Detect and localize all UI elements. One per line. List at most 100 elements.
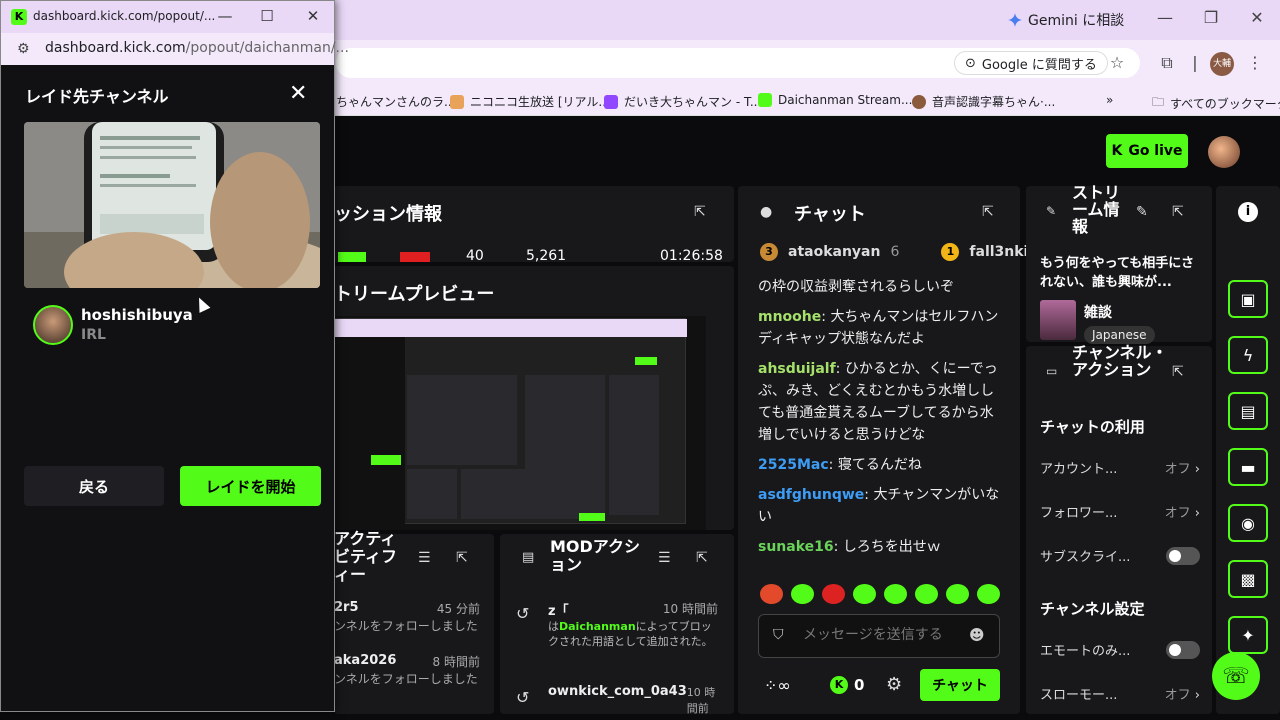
raid-target-thumbnail xyxy=(24,122,320,288)
popout-window-title: dashboard.kick.com/popout/... xyxy=(33,9,216,23)
top-chatters: 3 ataokanyan 6 1 fall3nkid xyxy=(760,243,1038,261)
emote-icon[interactable] xyxy=(853,584,876,604)
minimize-icon[interactable]: — xyxy=(213,7,237,25)
filter-icon[interactable]: ☰ xyxy=(658,550,671,566)
emote-icon[interactable] xyxy=(760,584,783,604)
close-icon[interactable]: ✕ xyxy=(289,81,307,106)
category-name: 雑談 xyxy=(1084,305,1112,321)
shield-icon: ▤ xyxy=(522,550,535,565)
more-menu-icon[interactable]: ⋮ xyxy=(1244,52,1266,74)
chat-icon[interactable]: ▬ xyxy=(1228,448,1268,486)
undo-icon[interactable]: ↺ xyxy=(516,604,529,623)
person-icon xyxy=(912,94,926,109)
close-window-icon[interactable]: ✕ xyxy=(1242,8,1272,27)
popout-icon[interactable]: ⇱ xyxy=(696,550,708,566)
clip-icon[interactable]: ▣ xyxy=(1228,280,1268,318)
chat-message: の枠の収益剥奪されるらしいぞ xyxy=(758,279,954,295)
minimize-icon[interactable]: — xyxy=(1150,8,1180,27)
popout-icon[interactable]: ⇱ xyxy=(694,204,706,220)
popout-icon[interactable]: ⇱ xyxy=(982,204,994,220)
info-icon[interactable]: i xyxy=(1238,202,1258,222)
thumbnail-image xyxy=(24,122,320,288)
shield-icon: ⛉ xyxy=(773,627,784,643)
chat-send-button[interactable]: チャット xyxy=(920,669,1000,701)
gemini-button[interactable]: Gemini に相談 xyxy=(1008,10,1124,30)
lightning-icon[interactable]: ϟ xyxy=(1228,336,1268,374)
raid-popout-window: K dashboard.kick.com/popout/... — ☐ ✕ ⚙ … xyxy=(0,0,349,712)
account-age-setting[interactable]: アカウント... オフ › xyxy=(1040,458,1200,477)
stat-viewers: 40 xyxy=(466,248,484,264)
stat-followers: 5,261 xyxy=(526,248,567,264)
emoji-icon[interactable]: ☻ xyxy=(969,626,985,644)
stream-preview-title: トリームプレビュー xyxy=(334,284,495,305)
emote-bar xyxy=(760,584,1000,604)
lens-icon: ⊙ xyxy=(965,55,976,71)
subscriber-only-setting: サブスクライ... xyxy=(1040,546,1200,565)
broadcast-icon[interactable]: ◉ xyxy=(1228,504,1268,542)
site-settings-icon[interactable]: ⚙ xyxy=(17,41,30,57)
undo-icon[interactable]: ↺ xyxy=(516,688,529,707)
bookmark-item[interactable]: 音声認識字幕ちゃん·... xyxy=(912,93,1055,110)
chevron-right-icon: › xyxy=(1194,688,1200,703)
rank-badge: 3 xyxy=(760,243,778,261)
emote-icon[interactable] xyxy=(946,584,969,604)
channel-settings-heading: チャンネル設定 xyxy=(1040,600,1145,618)
follower-only-setting[interactable]: フォロワー... オフ › xyxy=(1040,502,1200,521)
language-tag: Japanese xyxy=(1084,326,1155,344)
popout-icon[interactable]: ⇱ xyxy=(1172,364,1184,380)
channel-actions-title: チャンネル・アクション xyxy=(1072,343,1168,379)
user-avatar[interactable] xyxy=(1208,136,1240,168)
bookmark-item[interactable]: Daichanman Stream... xyxy=(758,93,912,107)
gear-icon[interactable]: ⚙ xyxy=(886,674,902,695)
connections-icon[interactable]: ⁘∞ xyxy=(764,676,791,695)
raid-target-name[interactable]: hoshishibuya xyxy=(81,306,193,324)
activity-item: aka2026 8 時間前 ンネルをフォローしました xyxy=(334,653,480,686)
emote-icon[interactable] xyxy=(822,584,845,604)
bookmark-item[interactable]: ちゃんマンさんのラ... xyxy=(336,93,455,110)
activity-feed-title: アクティビティフィー xyxy=(334,529,398,584)
subscriber-toggle[interactable] xyxy=(1166,546,1200,565)
go-live-button[interactable]: K Go live xyxy=(1106,134,1188,168)
bookmarks-overflow[interactable]: » xyxy=(1106,93,1113,107)
emote-only-toggle[interactable] xyxy=(1166,640,1200,659)
popout-icon[interactable]: ⇱ xyxy=(456,550,468,566)
raid-dialog-title: レイド先チャンネル xyxy=(25,87,169,106)
slow-mode-setting[interactable]: スローモー... オフ › xyxy=(1040,684,1200,703)
chevron-right-icon: › xyxy=(1194,462,1200,477)
maximize-icon[interactable]: ☐ xyxy=(255,7,279,25)
bookmark-item[interactable]: ニコニコ生放送 [リアル... xyxy=(450,93,610,110)
rank-badge: 1 xyxy=(941,243,960,261)
emote-icon[interactable] xyxy=(915,584,938,604)
gemini-star-icon xyxy=(1008,13,1022,27)
emote-icon[interactable] xyxy=(791,584,814,604)
points-value: 0 xyxy=(854,676,865,694)
restore-icon[interactable]: ❐ xyxy=(1196,8,1226,27)
filter-icon[interactable]: ☰ xyxy=(418,550,431,566)
chevron-right-icon: › xyxy=(1194,506,1200,521)
mod-channel-link[interactable]: Daichanman xyxy=(559,620,636,633)
bookmark-item[interactable]: だいき大ちゃんマン - T... xyxy=(604,93,761,110)
all-bookmarks[interactable]: 🗀 すべてのブックマーク xyxy=(1152,93,1280,114)
star-bookmark-icon[interactable]: ☆ xyxy=(1106,52,1128,74)
ask-google-button[interactable]: ⊙ Google に質問する xyxy=(954,51,1108,75)
close-window-icon[interactable]: ✕ xyxy=(301,7,325,25)
extensions-icon[interactable]: ⧉ xyxy=(1156,52,1178,74)
session-info-title: ッション情報 xyxy=(334,204,442,225)
wrench-icon[interactable]: ✦ xyxy=(1228,616,1268,654)
top-chatter-name[interactable]: ataokanyan xyxy=(788,244,880,260)
support-chat-icon[interactable]: ☏ xyxy=(1212,652,1260,700)
notes-icon[interactable]: ▤ xyxy=(1228,392,1268,430)
category-image xyxy=(1040,300,1076,340)
camera-icon[interactable]: ▩ xyxy=(1228,560,1268,598)
emote-icon[interactable] xyxy=(884,584,907,604)
edit-icon[interactable]: ✎ xyxy=(1136,204,1148,220)
profile-avatar[interactable]: 大輔 xyxy=(1210,52,1234,76)
chat-input-box[interactable]: ⛉ ☻ xyxy=(758,614,1000,658)
popout-icon[interactable]: ⇱ xyxy=(1172,204,1184,220)
chat-message-input[interactable] xyxy=(803,627,963,643)
emote-only-setting: エモートのみ... xyxy=(1040,640,1200,659)
back-button[interactable]: 戻る xyxy=(24,466,164,506)
emote-icon[interactable] xyxy=(977,584,1000,604)
preview-screenshot xyxy=(334,318,687,525)
start-raid-button[interactable]: レイドを開始 xyxy=(180,466,321,506)
